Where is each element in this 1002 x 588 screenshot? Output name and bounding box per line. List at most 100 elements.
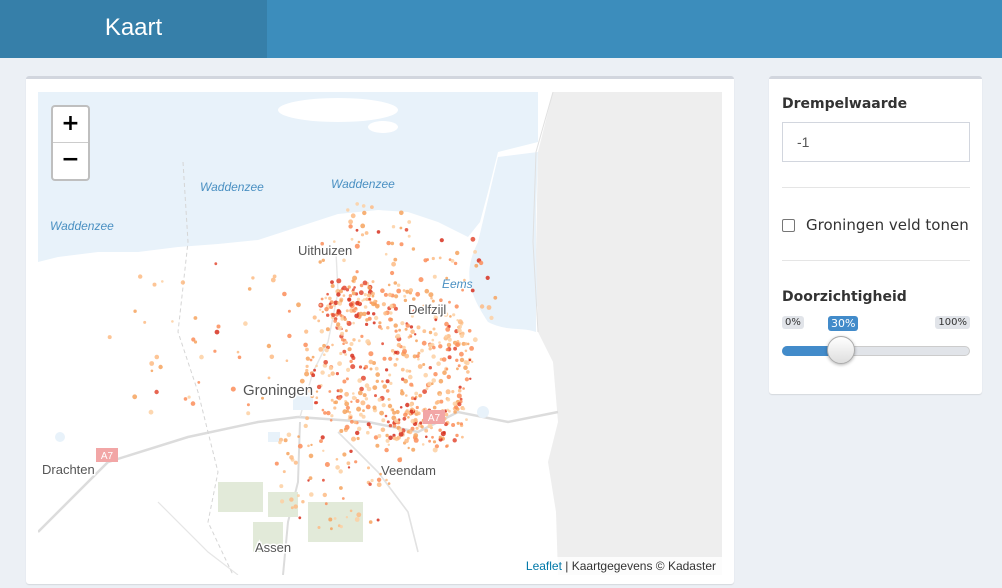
measurement-point [362,280,368,286]
water-label: Waddenzee [331,177,395,191]
water-label: Waddenzee [200,180,264,194]
measurement-point [399,210,404,216]
measurement-point [352,338,356,342]
measurement-point [345,288,350,292]
measurement-point [358,365,363,369]
top-navbar: Kaart [0,0,1002,58]
leaflet-link[interactable]: Leaflet [526,559,562,573]
measurement-point [365,322,369,326]
measurement-point [344,401,350,407]
measurement-point [337,301,342,306]
measurement-point [404,228,409,232]
measurement-point [319,439,323,443]
measurement-point [438,344,443,349]
measurement-point [444,321,449,327]
measurement-point [347,347,352,352]
measurement-point [309,492,314,497]
map-canvas[interactable]: A7 A7 Waddenzee Waddenzee Waddenzee Eems… [38,92,722,575]
measurement-point [344,391,349,397]
measurement-point [489,315,494,320]
slider-handle[interactable] [827,336,856,364]
measurement-point [387,292,393,297]
measurement-point [343,317,347,321]
measurement-point [345,309,349,313]
measurement-point [386,326,390,330]
measurement-point [399,406,403,409]
measurement-point [438,256,442,260]
measurement-point [353,286,356,289]
measurement-point [375,304,380,309]
measurement-point [352,321,355,325]
measurement-point [328,517,333,522]
measurement-point [296,302,301,308]
measurement-point [457,364,461,368]
measurement-point [387,403,393,409]
measurement-point [417,357,420,361]
measurement-point [370,205,374,209]
measurement-point [383,292,388,297]
opacity-slider[interactable]: 0% 100% 30% [782,316,970,366]
measurement-point [479,304,485,309]
measurement-point [183,397,188,401]
measurement-point [331,343,334,347]
measurement-point [312,315,317,320]
measurement-point [289,455,294,460]
measurement-point [447,337,452,342]
measurement-point [298,516,302,520]
measurement-point [274,461,279,466]
measurement-point [373,299,377,303]
map[interactable]: A7 A7 Waddenzee Waddenzee Waddenzee Eems… [38,92,722,575]
measurement-point [333,517,337,520]
measurement-point [379,410,384,416]
measurement-point [453,261,458,266]
measurement-point [321,258,325,262]
measurement-point [385,438,390,443]
threshold-input[interactable] [782,122,970,162]
measurement-point [290,506,294,510]
measurement-point [353,420,357,425]
measurement-point [418,277,424,283]
zoom-out-button[interactable]: − [53,143,88,179]
measurement-point [337,361,342,366]
measurement-point [451,390,455,394]
measurement-point [464,349,468,353]
groningen-field-checkbox[interactable] [782,218,795,232]
measurement-point [416,411,421,416]
measurement-point [365,404,371,410]
groningen-field-toggle[interactable]: Groningen veld tonen [782,215,969,235]
measurement-point [396,283,401,287]
measurement-point [452,401,458,407]
measurement-point [390,241,395,246]
measurement-point [430,296,433,300]
measurement-point [342,294,346,297]
measurement-point [456,319,459,322]
measurement-point [386,240,391,246]
measurement-point [362,393,367,398]
measurement-point [428,366,432,370]
measurement-point [354,460,358,464]
measurement-point [409,325,414,329]
measurement-point [197,381,201,384]
measurement-point [348,219,353,225]
measurement-point [445,327,451,332]
zoom-in-button[interactable]: + [53,107,88,143]
measurement-point [345,405,350,410]
measurement-point [355,399,360,403]
measurement-point [143,320,147,324]
measurement-point [133,309,137,313]
measurement-point [297,435,300,438]
measurement-point [385,379,390,384]
measurement-point [190,401,196,406]
threshold-label: Drempelwaarde [782,96,908,112]
measurement-point [216,324,221,329]
measurement-point [348,224,353,229]
measurement-point [427,423,433,429]
measurement-point [330,284,335,288]
measurement-point [439,238,444,243]
measurement-point [329,305,334,309]
measurement-point [388,356,393,361]
measurement-point [445,389,451,395]
measurement-point [214,262,218,266]
island [368,121,398,133]
measurement-point [394,350,398,354]
